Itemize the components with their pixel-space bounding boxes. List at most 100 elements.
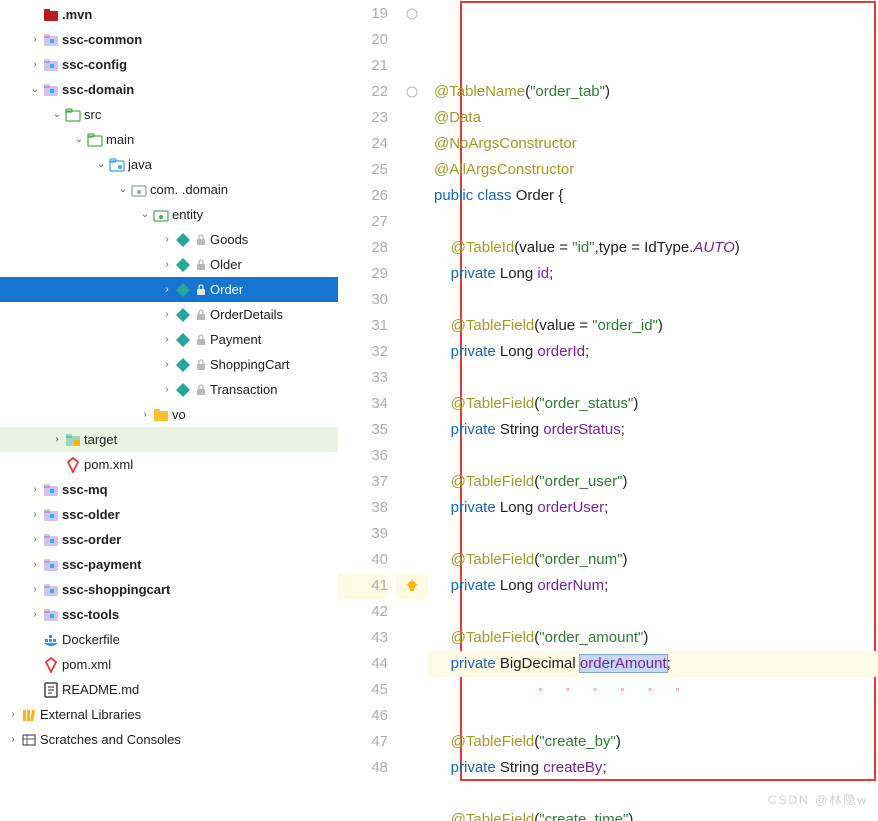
tree-item-shoppingcart[interactable]: ›ShoppingCart xyxy=(0,352,338,377)
tree-item-label: ssc-config xyxy=(62,57,127,72)
chevron-right-icon[interactable]: › xyxy=(160,259,174,270)
code-line[interactable]: @NoArgsConstructor xyxy=(428,131,878,157)
chevron-right-icon[interactable]: › xyxy=(6,709,20,720)
tree-item-ssc-config[interactable]: › ssc-config xyxy=(0,52,338,77)
tree-item-label: Scratches and Consoles xyxy=(40,732,181,747)
chevron-right-icon[interactable]: › xyxy=(28,584,42,595)
chevron-down-icon[interactable]: ⌄ xyxy=(116,184,130,195)
chevron-down-icon[interactable]: ⌄ xyxy=(138,209,152,220)
code-editor[interactable]: 1920212223242526272829303132333435363738… xyxy=(338,0,878,821)
tree-item-orderdetails[interactable]: ›OrderDetails xyxy=(0,302,338,327)
chevron-right-icon[interactable]: › xyxy=(28,34,42,45)
chevron-right-icon[interactable]: › xyxy=(28,609,42,620)
code-line[interactable]: private Long orderUser; xyxy=(428,495,878,521)
tree-item-pom-xml[interactable]: pom.xml xyxy=(0,452,338,477)
code-line[interactable]: private BigDecimal orderAmount; xyxy=(428,651,878,677)
chevron-right-icon[interactable]: › xyxy=(28,484,42,495)
code-line[interactable]: @TableField(value = "order_id") xyxy=(428,313,878,339)
tree-item-vo[interactable]: ›vo xyxy=(0,402,338,427)
tree-item-ssc-order[interactable]: ›ssc-order xyxy=(0,527,338,552)
tree-item-external-libraries[interactable]: ›External Libraries xyxy=(0,702,338,727)
code-line[interactable]: private Long orderId; xyxy=(428,339,878,365)
chevron-right-icon[interactable]: › xyxy=(138,409,152,420)
lock-icon xyxy=(196,334,206,346)
tree-item-label: java xyxy=(128,157,152,172)
chevron-down-icon[interactable]: ⌄ xyxy=(50,109,64,120)
tree-item-ssc-common[interactable]: ›ssc-common xyxy=(0,27,338,52)
tree-item-order[interactable]: ›Order xyxy=(0,277,338,302)
gutter-spacer xyxy=(396,235,428,261)
chevron-down-icon[interactable]: ⌄ xyxy=(94,159,108,170)
tree-item-label: pom.xml xyxy=(62,657,111,672)
folder-mod-icon xyxy=(42,33,60,47)
code-line[interactable]: @TableField("order_user") xyxy=(428,469,878,495)
chevron-right-icon[interactable]: › xyxy=(6,734,20,745)
tree-item-ssc-domain[interactable]: ⌄ssc-domain xyxy=(0,77,338,102)
code-line[interactable] xyxy=(428,703,878,729)
scratch-icon xyxy=(20,733,38,747)
tree-item-ssc-tools[interactable]: ›ssc-tools xyxy=(0,602,338,627)
maven-icon xyxy=(42,657,60,673)
chevron-right-icon[interactable]: › xyxy=(28,559,42,570)
project-tree[interactable]: .mvn›ssc-common›ssc-config⌄ssc-domain⌄sr… xyxy=(0,0,338,821)
tree-item--mvn[interactable]: .mvn xyxy=(0,2,338,27)
tree-item-payment[interactable]: ›Payment xyxy=(0,327,338,352)
code-line[interactable]: @TableField("order_status") xyxy=(428,391,878,417)
code-line[interactable]: public class Order { xyxy=(428,183,878,209)
tree-item-ssc-shoppingcart[interactable]: ›ssc-shoppingcart xyxy=(0,577,338,602)
code-line[interactable]: private Long orderNum; xyxy=(428,573,878,599)
tree-item-dockerfile[interactable]: Dockerfile xyxy=(0,627,338,652)
code-line[interactable]: @TableField("order_num") xyxy=(428,547,878,573)
tree-item-ssc-mq[interactable]: ›ssc-mq xyxy=(0,477,338,502)
chevron-right-icon[interactable]: › xyxy=(160,309,174,320)
code-line[interactable]: @Data xyxy=(428,105,878,131)
chevron-right-icon[interactable]: › xyxy=(28,534,42,545)
chevron-right-icon[interactable]: › xyxy=(160,234,174,245)
code-line[interactable]: @TableField("create_by") xyxy=(428,729,878,755)
code-line[interactable] xyxy=(428,443,878,469)
tree-item-scratches-and-consoles[interactable]: › Scratches and Consoles xyxy=(0,727,338,752)
tree-item-src[interactable]: ⌄src xyxy=(0,102,338,127)
chevron-down-icon[interactable]: ⌄ xyxy=(28,84,42,95)
code-line[interactable]: @AllArgsConstructor xyxy=(428,157,878,183)
chevron-right-icon[interactable]: › xyxy=(50,434,64,445)
code-line[interactable]: private Long id; xyxy=(428,261,878,287)
tree-item-ssc-older[interactable]: ›ssc-older xyxy=(0,502,338,527)
tree-item-goods[interactable]: ›Goods xyxy=(0,227,338,252)
chevron-right-icon[interactable]: › xyxy=(160,334,174,345)
code-line[interactable] xyxy=(428,599,878,625)
chevron-right-icon[interactable]: › xyxy=(28,509,42,520)
chevron-right-icon[interactable]: › xyxy=(160,284,174,295)
line-number: 23 xyxy=(338,105,388,131)
tree-item-older[interactable]: › Older xyxy=(0,252,338,277)
tree-item-main[interactable]: ⌄main xyxy=(0,127,338,152)
class-icon xyxy=(174,307,192,323)
code-line[interactable]: @TableId(value = "id",type = IdType.AUTO… xyxy=(428,235,878,261)
code-line[interactable] xyxy=(428,365,878,391)
code-line[interactable]: private String orderStatus; xyxy=(428,417,878,443)
chevron-right-icon[interactable]: › xyxy=(28,59,42,70)
tree-item-entity[interactable]: ⌄entity xyxy=(0,202,338,227)
tree-item-com-domain[interactable]: ⌄com. .domain xyxy=(0,177,338,202)
tree-item-readme-md[interactable]: README.md xyxy=(0,677,338,702)
tree-item-label: pom.xml xyxy=(84,457,133,472)
gutter-spacer xyxy=(396,157,428,183)
code-line[interactable] xyxy=(428,209,878,235)
lock-icon xyxy=(196,309,206,321)
chevron-down-icon[interactable]: ⌄ xyxy=(72,134,86,145)
code-line[interactable] xyxy=(428,287,878,313)
tree-item-target[interactable]: ›target xyxy=(0,427,338,452)
tree-item-ssc-payment[interactable]: ›ssc-payment xyxy=(0,552,338,577)
tree-item-transaction[interactable]: ›Transaction xyxy=(0,377,338,402)
code-line[interactable] xyxy=(428,521,878,547)
lock-icon xyxy=(196,259,206,271)
tree-item-pom-xml[interactable]: pom.xml xyxy=(0,652,338,677)
code-area[interactable]: @TableName("order_tab")@Data@NoArgsConst… xyxy=(428,0,878,821)
code-line[interactable]: @TableField("order_amount") xyxy=(428,625,878,651)
code-line[interactable]: @TableName("order_tab") xyxy=(428,79,878,105)
chevron-right-icon[interactable]: › xyxy=(160,384,174,395)
chevron-right-icon[interactable]: › xyxy=(160,359,174,370)
tree-item-label: Older xyxy=(210,257,242,272)
tree-item-java[interactable]: ⌄ java xyxy=(0,152,338,177)
code-line[interactable]: private String createBy; xyxy=(428,755,878,781)
